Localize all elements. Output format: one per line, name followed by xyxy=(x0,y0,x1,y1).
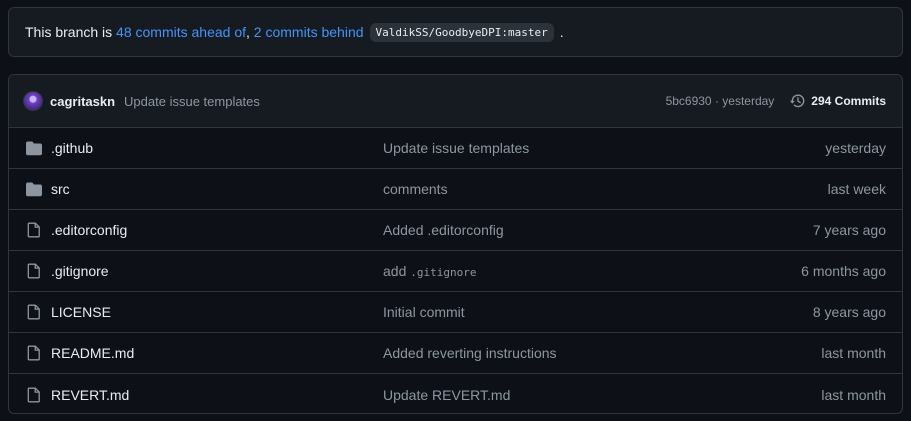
commit-author[interactable]: cagritaskn xyxy=(50,94,115,109)
banner-prefix: This branch is xyxy=(25,24,113,40)
commit-message-text: add xyxy=(383,263,407,279)
file-row[interactable]: REVERT.md Update REVERT.md last month xyxy=(9,374,902,413)
file-row[interactable]: .editorconfig Added .editorconfig 7 year… xyxy=(9,210,902,251)
commits-count: 294 Commits xyxy=(811,94,886,108)
branch-status-banner: This branch is 48 commits ahead of , 2 c… xyxy=(8,7,903,57)
file-commit-message[interactable]: Added reverting instructions xyxy=(383,345,821,361)
file-commit-age: 7 years ago xyxy=(812,222,886,238)
file-name[interactable]: .gitignore xyxy=(51,263,383,279)
file-browser: cagritaskn Update issue templates 5bc693… xyxy=(8,74,903,414)
upstream-branch-ref[interactable]: ValdikSS/GoodbyeDPI:master xyxy=(369,22,554,42)
file-row[interactable]: README.md Added reverting instructions l… xyxy=(9,333,902,374)
file-row[interactable]: .gitignore add .gitignore 6 months ago xyxy=(9,251,902,292)
file-commit-message[interactable]: Initial commit xyxy=(383,304,813,320)
banner-suffix: . xyxy=(559,24,564,40)
commit-message-code: .gitignore xyxy=(410,266,477,279)
file-name[interactable]: LICENSE xyxy=(51,304,383,320)
author-avatar[interactable] xyxy=(23,91,43,111)
commit-history-link[interactable]: 294 Commits xyxy=(790,93,886,109)
file-name[interactable]: src xyxy=(51,181,383,197)
file-icon xyxy=(27,222,40,238)
file-commit-message[interactable]: Added .editorconfig xyxy=(383,222,813,238)
file-name[interactable]: .editorconfig xyxy=(51,222,383,238)
file-commit-age: 6 months ago xyxy=(801,263,886,279)
file-row[interactable]: src comments last week xyxy=(9,169,902,210)
file-icon xyxy=(27,304,40,320)
folder-icon xyxy=(26,141,42,156)
file-commit-age: last month xyxy=(821,345,886,361)
latest-commit-message[interactable]: Update issue templates xyxy=(124,94,260,109)
file-row[interactable]: .github Update issue templates yesterday xyxy=(9,128,902,169)
file-commit-age: last month xyxy=(821,386,886,403)
file-commit-message[interactable]: comments xyxy=(383,181,828,197)
history-icon xyxy=(790,94,805,108)
file-commit-age: 8 years ago xyxy=(812,304,886,320)
folder-icon xyxy=(26,182,42,197)
file-commit-message[interactable]: add .gitignore xyxy=(383,263,801,279)
file-name[interactable]: .github xyxy=(51,140,383,156)
file-commit-message[interactable]: Update issue templates xyxy=(383,140,825,156)
file-name[interactable]: REVERT.md xyxy=(51,387,383,403)
file-commit-message[interactable]: Update REVERT.md xyxy=(383,387,821,403)
file-icon xyxy=(27,387,40,402)
file-name[interactable]: README.md xyxy=(51,345,383,361)
file-row[interactable]: LICENSE Initial commit 8 years ago xyxy=(9,292,902,333)
latest-commit-header: cagritaskn Update issue templates 5bc693… xyxy=(9,75,902,128)
file-commit-age: yesterday xyxy=(825,140,886,156)
file-icon xyxy=(27,263,40,279)
file-icon xyxy=(27,345,40,361)
commits-behind-link[interactable]: 2 commits behind xyxy=(254,24,364,40)
file-commit-age: last week xyxy=(827,181,886,197)
commit-sha-time[interactable]: 5bc6930 · yesterday xyxy=(666,94,775,108)
commits-ahead-link[interactable]: 48 commits ahead of xyxy=(116,24,246,40)
